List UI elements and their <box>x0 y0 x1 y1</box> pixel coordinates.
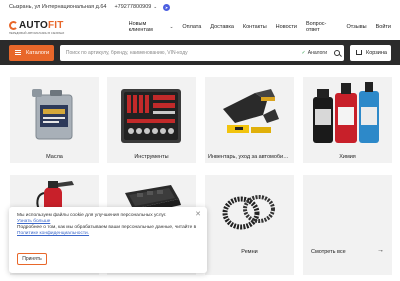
search-bar: Каталоги Поиск по артикулу, бренду, наим… <box>0 40 400 65</box>
category-label: Химия <box>339 154 356 160</box>
oil-can-image <box>32 89 73 140</box>
phone-number[interactable]: +79277800909 <box>114 4 151 10</box>
category-label: Инвентарь, уход за автомобилем <box>208 154 294 160</box>
nav-faq[interactable]: Вопрос-ответ <box>306 21 337 33</box>
top-bar: Сызрань, ул Интернациональная д.64 +7927… <box>0 0 400 14</box>
privacy-policy-link[interactable]: Политике конфиденциальности. <box>17 231 89 236</box>
car-chemicals-image <box>313 82 379 143</box>
logo-text-a: AUTO <box>19 19 48 31</box>
logo-tagline: ПЕРЕДОВЫЙ АВТОМАГАЗИН В СЫЗРАНИ <box>9 31 65 35</box>
arrow-right-icon[interactable]: → <box>377 247 384 254</box>
category-card-oil[interactable]: Масла <box>10 77 99 163</box>
store-address: Сызрань, ул Интернациональная д.64 <box>9 4 107 10</box>
logo-mark-icon <box>9 20 18 30</box>
main-header: AUTOFIT ПЕРЕДОВЫЙ АВТОМАГАЗИН В СЫЗРАНИ … <box>0 14 400 40</box>
nav-news[interactable]: Новости <box>276 24 297 30</box>
chevron-down-icon[interactable]: ⌄ <box>170 24 174 30</box>
main-nav: Новым клиентам ⌄ Оплата Доставка Контакт… <box>129 21 376 33</box>
chevron-down-icon[interactable]: ⌄ <box>153 4 157 10</box>
cookie-banner: ✕ Мы используем файлы cookie для улучшен… <box>9 207 207 273</box>
cookie-text-2-body: Подробнее о том, как мы обрабатываем ваш… <box>17 225 197 230</box>
logo-text-b: FIT <box>47 19 64 31</box>
catalog-button[interactable]: Каталоги <box>9 44 54 61</box>
category-label: Инструменты <box>134 154 169 160</box>
catalog-label: Каталоги <box>26 49 50 56</box>
category-card-chemicals[interactable]: Химия <box>303 77 392 163</box>
cookie-text-2: Подробнее о том, как мы обрабатываем ваш… <box>17 225 197 237</box>
see-all-label: Смотреть все <box>311 249 346 255</box>
search-input[interactable]: Поиск по артикулу, бренду, наименованию,… <box>59 44 344 61</box>
tool-set-image <box>121 89 181 143</box>
logo[interactable]: AUTOFIT ПЕРЕДОВЫЙ АВТОМАГАЗИН В СЫЗРАНИ <box>9 20 107 35</box>
analog-label: Аналоги <box>307 49 327 56</box>
category-card-tools[interactable]: Инструменты <box>107 77 196 163</box>
accept-button[interactable]: Принять <box>17 253 47 265</box>
category-card-belts[interactable]: Ремни <box>205 175 294 275</box>
category-label: Масла <box>46 154 63 160</box>
car-vacuum-image <box>223 89 279 133</box>
check-icon: ✓ <box>301 49 306 56</box>
login-link[interactable]: Войти <box>376 24 391 30</box>
search-placeholder: Поиск по артикулу, бренду, наименованию,… <box>65 49 188 56</box>
menu-icon <box>15 50 21 55</box>
cart-button[interactable]: Корзина <box>350 44 391 61</box>
close-icon[interactable]: ✕ <box>195 211 201 218</box>
search-icon[interactable] <box>334 49 340 56</box>
belts-image <box>222 195 275 230</box>
analog-toggle[interactable]: ✓ Аналоги <box>302 50 327 56</box>
cart-label: Корзина <box>366 49 387 56</box>
nav-contacts[interactable]: Контакты <box>243 24 267 30</box>
telegram-icon[interactable]: ➤ <box>163 3 171 11</box>
cart-icon <box>356 50 362 55</box>
nav-reviews[interactable]: Отзывы <box>346 24 366 30</box>
see-all-card[interactable]: Смотреть все → <box>303 175 392 275</box>
nav-new-clients[interactable]: Новым клиентам <box>129 21 169 33</box>
category-label: Ремни <box>241 249 258 255</box>
category-card-inventory[interactable]: Инвентарь, уход за автомобилем <box>205 77 294 163</box>
nav-delivery[interactable]: Доставка <box>210 24 234 30</box>
nav-payment[interactable]: Оплата <box>182 24 201 30</box>
